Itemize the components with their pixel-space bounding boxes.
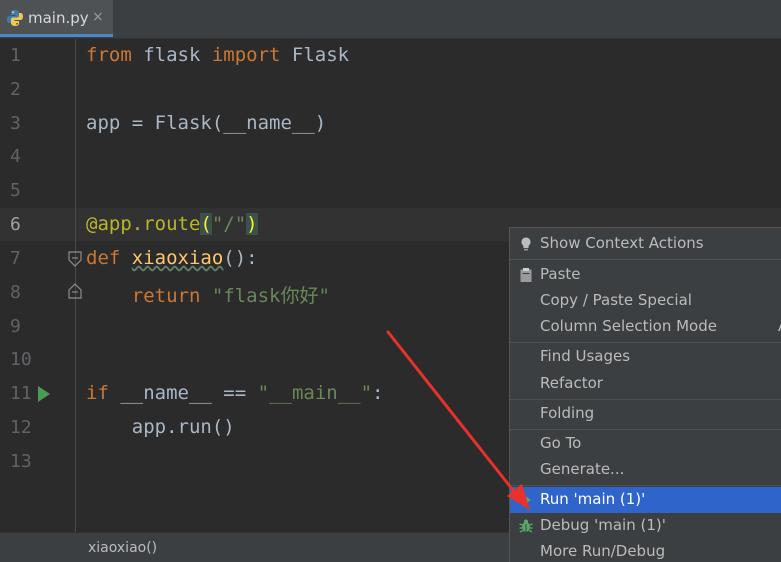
code-text: return "flask你好" xyxy=(131,285,330,307)
menu-item-label: Show Context Actions xyxy=(540,234,704,252)
editor-context-menu: Show Context Actions Paste Copy / Paste … xyxy=(509,227,781,562)
menu-item-find-usages[interactable]: Find Usages xyxy=(510,344,781,370)
menu-item-label: Find Usages xyxy=(540,347,631,365)
editor-tab-bar: main.py × xyxy=(0,0,781,39)
run-icon xyxy=(522,494,531,506)
code-text: app = Flask(__name__) xyxy=(86,112,327,134)
menu-item-folding[interactable]: Folding xyxy=(510,401,781,427)
line-number: 4 xyxy=(10,146,21,167)
line-number: 9 xyxy=(10,316,21,337)
menu-separator xyxy=(510,399,781,400)
menu-item-label: Refactor xyxy=(540,374,603,392)
line-number: 11 xyxy=(10,383,32,404)
run-gutter-icon[interactable] xyxy=(38,386,50,402)
menu-item-paste[interactable]: Paste xyxy=(510,262,781,288)
menu-item-refactor[interactable]: Refactor xyxy=(510,371,781,397)
menu-separator xyxy=(510,259,781,260)
line-number: 2 xyxy=(10,79,21,100)
menu-item-label: Paste xyxy=(540,265,581,283)
code-text: app.run() xyxy=(86,416,235,438)
menu-item-label: More Run/Debug xyxy=(540,542,666,560)
menu-item-go-to[interactable]: Go To xyxy=(510,431,781,457)
menu-item-column-selection-mode[interactable]: Column Selection Mode A xyxy=(510,314,781,340)
line-number: 5 xyxy=(10,180,21,201)
line-number: 1 xyxy=(10,45,21,66)
line-number: 13 xyxy=(10,451,32,472)
debug-bug-icon xyxy=(519,519,533,533)
code-text: if __name__ == "__main__": xyxy=(86,382,384,404)
clipboard-icon xyxy=(520,268,532,282)
line-number: 8 xyxy=(10,282,21,303)
fold-collapse-icon[interactable] xyxy=(68,251,82,267)
menu-separator xyxy=(510,485,781,486)
menu-separator xyxy=(510,342,781,343)
line-number: 10 xyxy=(10,349,32,370)
lightbulb-icon xyxy=(521,237,531,251)
menu-item-run-main[interactable]: Run 'main (1)' xyxy=(510,487,781,513)
tab-filename: main.py xyxy=(28,9,89,27)
menu-item-generate[interactable]: Generate... xyxy=(510,457,781,483)
fold-end-icon[interactable] xyxy=(68,283,82,299)
menu-item-label: Generate... xyxy=(540,460,625,478)
python-file-icon xyxy=(7,10,23,26)
ide-window: main.py × 1 from flask import Flask 2 3 … xyxy=(0,0,781,562)
menu-item-debug-main[interactable]: Debug 'main (1)' xyxy=(510,513,781,539)
breadcrumb[interactable]: xiaoxiao() xyxy=(88,540,157,556)
code-line[interactable]: 3 app = Flask(__name__) xyxy=(0,107,781,140)
code-text: def xiaoxiao(): xyxy=(86,247,258,269)
line-number: 12 xyxy=(10,417,32,438)
menu-separator xyxy=(510,429,781,430)
close-icon[interactable]: × xyxy=(92,9,104,25)
menu-item-label: Copy / Paste Special xyxy=(540,291,692,309)
menu-item-more-run-debug[interactable]: More Run/Debug xyxy=(510,539,781,562)
code-text: from flask import Flask xyxy=(86,44,350,66)
menu-item-label: Debug 'main (1)' xyxy=(540,516,666,534)
line-number: 3 xyxy=(10,113,21,134)
menu-item-label: Run 'main (1)' xyxy=(540,490,646,508)
menu-item-show-context-actions[interactable]: Show Context Actions xyxy=(510,231,781,257)
menu-item-copy-paste-special[interactable]: Copy / Paste Special xyxy=(510,288,781,314)
menu-item-label: Column Selection Mode xyxy=(540,317,717,335)
code-line[interactable]: 4 xyxy=(0,140,781,173)
code-line[interactable]: 2 xyxy=(0,73,781,106)
line-number: 7 xyxy=(10,248,21,269)
menu-item-label: Folding xyxy=(540,404,595,422)
code-line[interactable]: 5 xyxy=(0,174,781,207)
tab-main-py[interactable]: main.py × xyxy=(0,0,113,37)
line-number: 6 xyxy=(10,214,21,235)
code-line[interactable]: 1 from flask import Flask xyxy=(0,39,781,72)
menu-item-label: Go To xyxy=(540,434,582,452)
code-text: @app.route("/") xyxy=(86,213,258,235)
